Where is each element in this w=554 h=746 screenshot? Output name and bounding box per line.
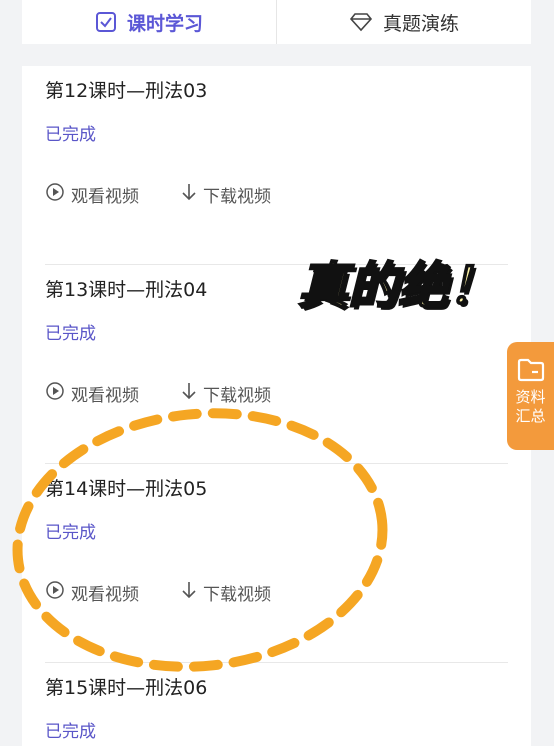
annotation-circle [12,408,388,672]
annotation-sticker: 真的绝！ [297,256,499,316]
watermark: 知乎 @Riel [456,709,529,725]
